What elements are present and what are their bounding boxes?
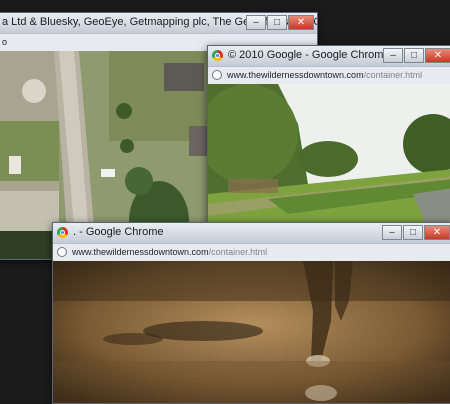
close-button[interactable]: ✕ bbox=[288, 15, 314, 30]
run-window-titlebar[interactable]: . - Google Chrome – □ ✕ bbox=[53, 223, 450, 243]
street-url-text[interactable]: www.thewildernessdowntown.com/container.… bbox=[227, 70, 422, 80]
page-icon bbox=[212, 70, 222, 80]
map-url-text[interactable]: o bbox=[2, 37, 7, 47]
maximize-button[interactable]: □ bbox=[404, 48, 424, 63]
street-window-title: © 2010 Google - Google Chrome bbox=[228, 49, 390, 61]
chrome-icon bbox=[212, 50, 223, 61]
url-host: www.thewildernessdowntown.com bbox=[227, 70, 364, 80]
street-view-image bbox=[208, 84, 450, 228]
run-address-bar[interactable]: www.thewildernessdowntown.com/container.… bbox=[53, 243, 450, 262]
close-button[interactable]: ✕ bbox=[424, 225, 450, 240]
street-window-titlebar[interactable]: © 2010 Google - Google Chrome – □ ✕ bbox=[208, 46, 450, 66]
street-view-scene[interactable] bbox=[208, 84, 450, 228]
maximize-button[interactable]: □ bbox=[267, 15, 287, 30]
map-window-titlebar[interactable]: a Ltd & Bluesky, GeoEye, Getmapping plc,… bbox=[0, 13, 317, 33]
chrome-icon bbox=[57, 227, 68, 238]
run-url-text[interactable]: www.thewildernessdowntown.com/container.… bbox=[72, 247, 267, 257]
street-window-controls: – □ ✕ bbox=[383, 48, 450, 63]
street-view-window[interactable]: © 2010 Google - Google Chrome – □ ✕ www.… bbox=[207, 45, 450, 229]
close-button[interactable]: ✕ bbox=[425, 48, 450, 63]
run-window-controls: – □ ✕ bbox=[382, 225, 450, 240]
run-window-title: . - Google Chrome bbox=[73, 226, 164, 238]
minimize-button[interactable]: – bbox=[383, 48, 403, 63]
minimize-button[interactable]: – bbox=[382, 225, 402, 240]
running-video-image bbox=[53, 261, 450, 403]
url-path: /container.html bbox=[208, 247, 268, 257]
running-video-scene[interactable] bbox=[53, 261, 450, 403]
url-path: /container.html bbox=[363, 70, 423, 80]
minimize-button[interactable]: – bbox=[246, 15, 266, 30]
url-host: www.thewildernessdowntown.com bbox=[72, 247, 209, 257]
street-address-bar[interactable]: www.thewildernessdowntown.com/container.… bbox=[208, 66, 450, 85]
map-window-controls: – □ ✕ bbox=[246, 15, 314, 30]
page-icon bbox=[57, 247, 67, 257]
maximize-button[interactable]: □ bbox=[403, 225, 423, 240]
running-scene-window[interactable]: . - Google Chrome – □ ✕ www.thewildernes… bbox=[52, 222, 450, 404]
